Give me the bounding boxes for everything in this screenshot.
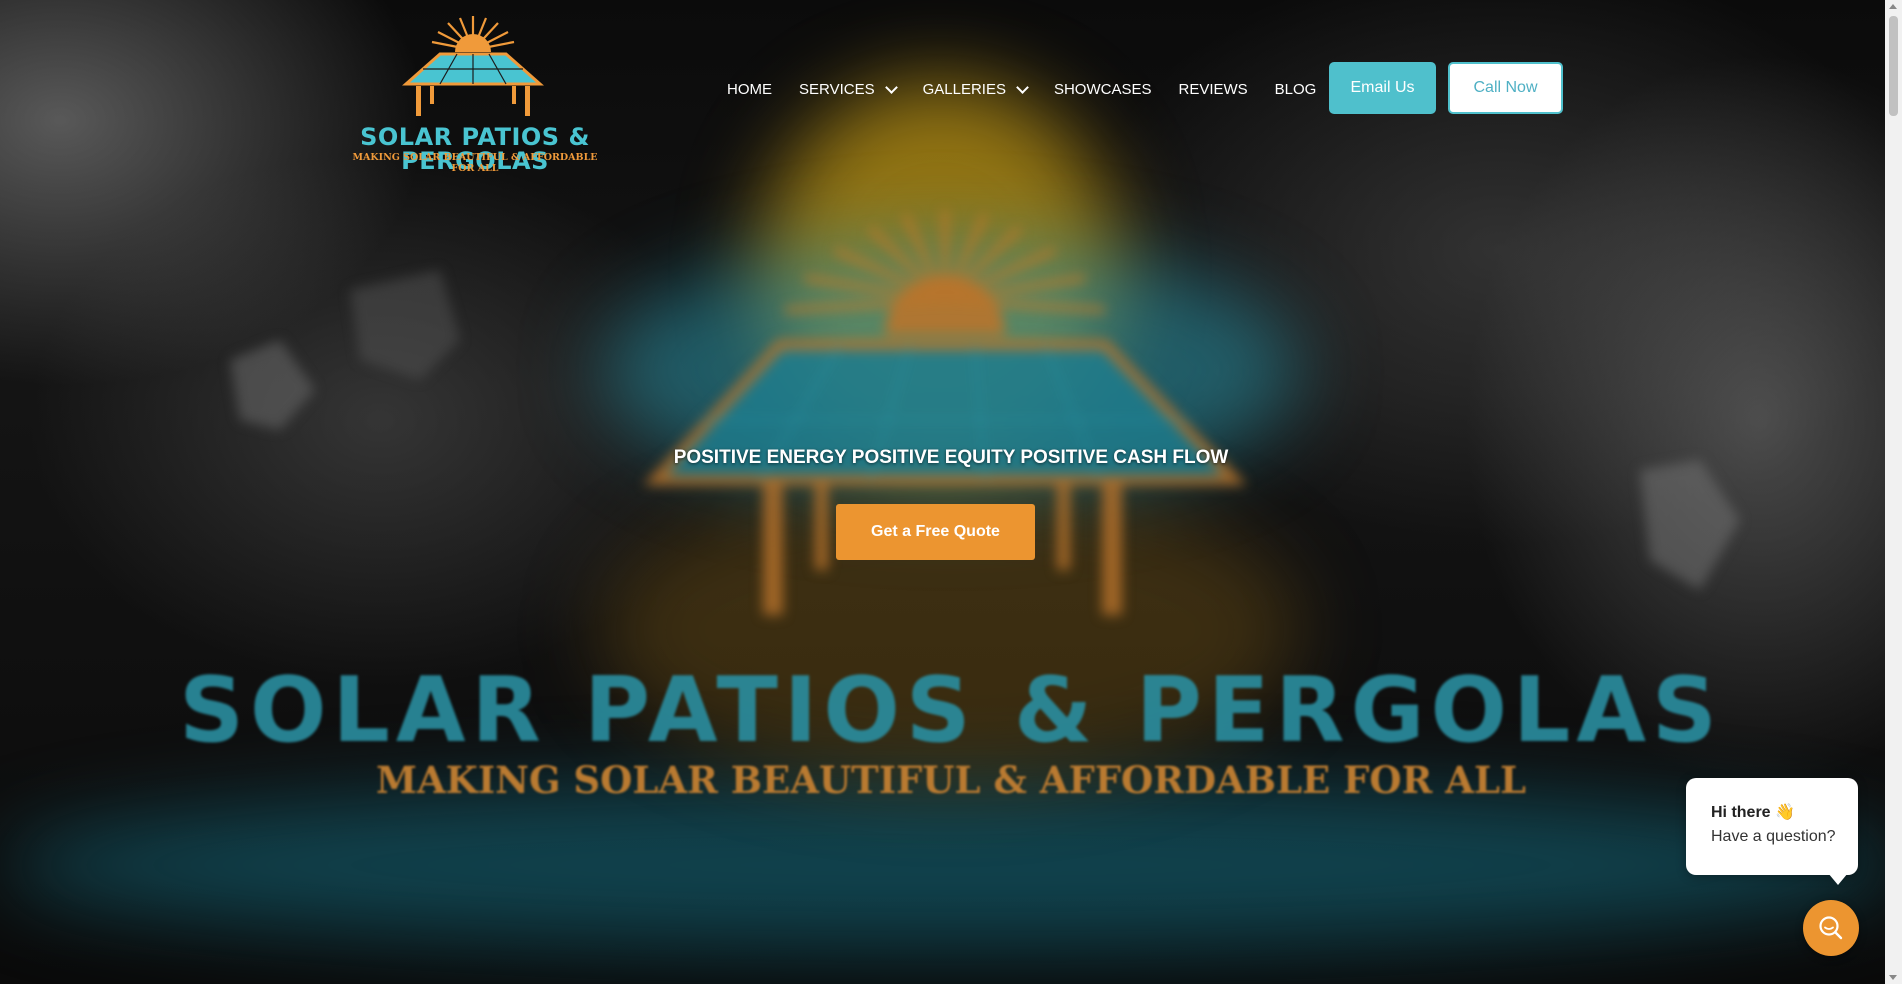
email-us-button[interactable]: Email Us [1329, 62, 1436, 114]
site-logo[interactable]: SOLAR PATIOS & PERGOLAS MAKING SOLAR BEA… [340, 12, 610, 174]
main-nav: HOME SERVICES GALLERIES SHOWCASES REVIEW… [727, 77, 1343, 101]
hero-big-title: SOLAR PATIOS & PERGOLAS [179, 658, 1723, 763]
chat-launcher-button[interactable] [1803, 900, 1859, 956]
nav-galleries[interactable]: GALLERIES [922, 80, 1029, 98]
nav-reviews-label: REVIEWS [1178, 80, 1248, 98]
nav-showcases-label: SHOWCASES [1053, 80, 1152, 98]
free-quote-button[interactable]: Get a Free Quote [836, 504, 1035, 560]
call-now-button[interactable]: Call Now [1448, 62, 1563, 114]
nav-galleries-label: GALLERIES [922, 80, 1006, 98]
nav-services-label: SERVICES [799, 80, 875, 98]
hero-big-tagline: MAKING SOLAR BEAUTIFUL & AFFORDABLE FOR … [376, 758, 1526, 802]
nav-showcases[interactable]: SHOWCASES [1054, 81, 1152, 98]
nav-blog-label: BLOG [1274, 80, 1317, 98]
scroll-up-icon[interactable] [1889, 4, 1897, 9]
logo-tagline: MAKING SOLAR BEAUTIFUL & AFFORDABLE FOR … [352, 152, 598, 174]
chat-prompt: Have a question? [1711, 828, 1836, 845]
chevron-down-icon [1016, 80, 1029, 94]
chat-search-icon [1819, 916, 1843, 940]
scroll-thumb[interactable] [1889, 16, 1898, 116]
chat-greeting: Hi there 👋 [1711, 804, 1795, 821]
scroll-down-icon[interactable] [1889, 975, 1897, 980]
nav-services[interactable]: SERVICES [799, 80, 898, 98]
pergola-artwork [230, 210, 1740, 615]
chevron-down-icon [884, 80, 898, 94]
nav-blog[interactable]: BLOG [1275, 81, 1317, 98]
nav-home[interactable]: HOME [727, 81, 772, 98]
hero-headline: POSITIVE ENERGY POSITIVE EQUITY POSITIVE… [673, 447, 1229, 468]
hero-section: SOLAR PATIOS & PERGOLAS MAKING SOLAR BEA… [0, 0, 1902, 984]
nav-reviews[interactable]: REVIEWS [1178, 81, 1247, 98]
page-scrollbar[interactable] [1885, 0, 1902, 984]
nav-home-label: HOME [727, 80, 772, 98]
logo-pergola-icon [402, 16, 544, 116]
chat-greeting-bubble[interactable]: Hi there 👋 Have a question? [1686, 778, 1858, 885]
